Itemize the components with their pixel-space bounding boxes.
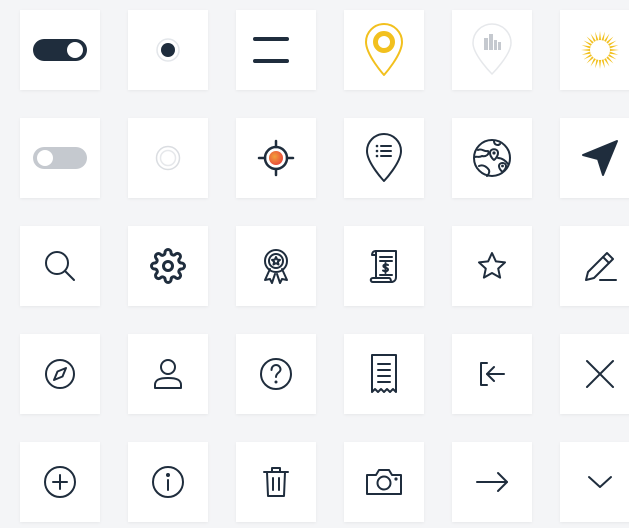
tile-receipt[interactable] [344,334,424,414]
tile-toggle-on[interactable] [20,10,100,90]
award-badge-icon [264,249,288,284]
location-pin-yellow-icon [365,23,403,76]
tile-award-badge[interactable] [236,226,316,306]
sun-ray [598,31,602,42]
tile-help-circle[interactable] [236,334,316,414]
navigation-arrow-icon [582,140,618,176]
location-pin-list-icon [366,133,402,182]
sun-ray [581,48,592,52]
crosshair-target-icon [257,139,295,177]
location-pin-city-icon [472,23,512,76]
tile-plus-circle[interactable] [20,442,100,522]
user-icon [154,359,182,389]
tile-toggle-off[interactable] [20,118,100,198]
tile-arrow-right[interactable] [452,442,532,522]
tile-location-pin-city[interactable] [452,10,532,90]
tile-location-pin-list[interactable] [344,118,424,198]
search-icon [45,251,75,281]
receipt-icon [371,354,397,393]
tile-location-pin-yellow[interactable] [344,10,424,90]
tile-user[interactable] [128,334,208,414]
icon-grid [0,0,629,528]
tile-globe-map[interactable] [452,118,532,198]
tile-sign-in[interactable] [452,334,532,414]
camera-icon [366,469,402,495]
tile-star[interactable] [452,226,532,306]
tile-search[interactable] [20,226,100,306]
tile-close[interactable] [560,334,629,414]
tile-navigation-arrow[interactable] [560,118,629,198]
tile-pencil[interactable] [560,226,629,306]
radio-unselected-icon [155,145,181,171]
chevron-down-icon [588,476,612,488]
plus-circle-icon [44,466,76,498]
tile-receipt-scroll[interactable] [344,226,424,306]
info-circle-icon [152,466,184,498]
tile-compass[interactable] [20,334,100,414]
menu-gradient-icon [253,37,299,63]
tile-crosshair-target[interactable] [236,118,316,198]
sun-ray [608,48,619,52]
sun-yellow-icon [581,31,619,69]
trash-icon [263,467,289,497]
pencil-icon [585,252,617,281]
tile-radio-selected[interactable] [128,10,208,90]
tile-gear[interactable] [128,226,208,306]
compass-icon [45,359,75,389]
receipt-scroll-icon [369,250,397,283]
tile-camera[interactable] [344,442,424,522]
star-icon [478,252,506,279]
globe-map-icon [473,139,511,177]
radio-selected-icon [156,38,180,62]
gear-icon [150,248,186,284]
tile-info-circle[interactable] [128,442,208,522]
tile-sun[interactable] [560,10,629,90]
arrow-right-icon [476,472,508,492]
toggle-off-icon [33,147,87,169]
tile-menu-gradient[interactable] [236,10,316,90]
tile-chevron-down[interactable] [560,442,629,522]
tile-radio-unselected[interactable] [128,118,208,198]
sign-in-icon [480,362,505,386]
close-icon [586,360,614,388]
tile-trash[interactable] [236,442,316,522]
help-circle-icon [260,358,292,390]
sun-ray [598,58,602,69]
toggle-on-icon [33,39,87,61]
